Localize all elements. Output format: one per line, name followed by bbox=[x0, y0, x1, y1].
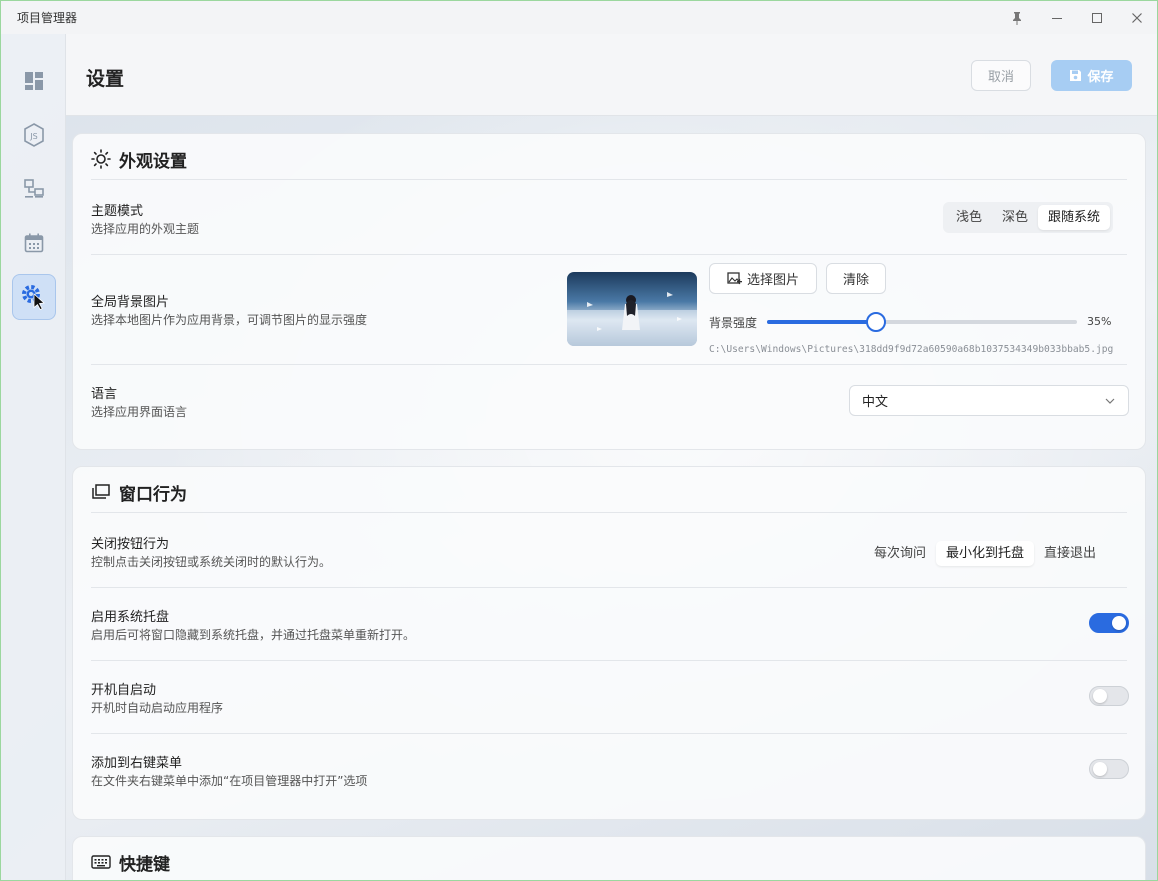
save-button-label: 保存 bbox=[1087, 70, 1114, 85]
language-desc: 选择应用界面语言 bbox=[91, 405, 188, 419]
pin-icon[interactable] bbox=[997, 1, 1037, 34]
close-option-ask[interactable]: 每次询问 bbox=[864, 541, 936, 566]
intensity-slider-fill bbox=[767, 320, 876, 324]
shortcuts-title-text: 快捷键 bbox=[119, 854, 170, 875]
appearance-card: 外观设置 主题模式 选择应用的外观主题 浅色 深色 跟随系统 全局背景图片 选择… bbox=[72, 133, 1146, 450]
sidebar-item-nodejs[interactable]: JS bbox=[12, 112, 56, 158]
close-action-title: 关闭按钮行为 bbox=[91, 537, 170, 552]
theme-option-light[interactable]: 浅色 bbox=[946, 205, 992, 230]
context-menu-toggle-knob bbox=[1093, 762, 1107, 776]
theme-segmented: 浅色 深色 跟随系统 bbox=[943, 202, 1114, 233]
divider bbox=[91, 254, 1127, 255]
divider bbox=[91, 733, 1127, 734]
background-preview bbox=[567, 272, 697, 346]
sidebar: JS bbox=[1, 34, 66, 880]
choose-image-button[interactable]: 选择图片 bbox=[709, 263, 817, 294]
chevron-down-icon bbox=[1105, 398, 1115, 404]
gear-icon bbox=[22, 285, 45, 311]
language-select-value: 中文 bbox=[862, 395, 889, 410]
language-title: 语言 bbox=[91, 387, 118, 402]
sidebar-item-calendar[interactable] bbox=[12, 220, 56, 266]
intensity-slider-knob[interactable] bbox=[865, 312, 886, 332]
windows-icon bbox=[92, 484, 110, 499]
divider bbox=[91, 364, 1127, 365]
intensity-value: 35% bbox=[1087, 315, 1112, 328]
tray-toggle-knob bbox=[1112, 616, 1126, 630]
intensity-slider[interactable] bbox=[767, 312, 1077, 332]
tray-title: 启用系统托盘 bbox=[91, 610, 170, 625]
svg-text:JS: JS bbox=[29, 132, 37, 141]
save-button[interactable]: 保存 bbox=[1051, 60, 1132, 91]
image-add-icon bbox=[727, 272, 742, 285]
dashboard-icon bbox=[25, 72, 43, 90]
divider bbox=[91, 587, 1127, 588]
close-action-segmented: 每次询问 最小化到托盘 直接退出 bbox=[861, 538, 1109, 569]
background-desc: 选择本地图片作为应用背景，可调节图片的显示强度 bbox=[91, 313, 368, 327]
background-preview-image bbox=[567, 292, 697, 346]
theme-title: 主题模式 bbox=[91, 204, 144, 219]
autostart-toggle[interactable] bbox=[1089, 686, 1129, 706]
sidebar-item-settings[interactable] bbox=[12, 274, 56, 320]
close-option-exit[interactable]: 直接退出 bbox=[1034, 541, 1106, 566]
network-icon bbox=[24, 179, 44, 198]
appearance-title: 外观设置 bbox=[91, 146, 187, 172]
divider bbox=[91, 179, 1127, 180]
clear-image-button[interactable]: 清除 bbox=[826, 263, 886, 294]
page-title: 设置 bbox=[86, 68, 125, 90]
window-behavior-title: 窗口行为 bbox=[91, 479, 187, 505]
nodejs-icon: JS bbox=[24, 123, 44, 147]
tray-desc: 启用后可将窗口隐藏到系统托盘，并通过托盘菜单重新打开。 bbox=[91, 628, 416, 642]
close-icon[interactable] bbox=[1117, 1, 1157, 34]
background-path: C:\Users\Windows\Pictures\318dd9f9d72a60… bbox=[709, 344, 1114, 355]
app-window: 项目管理器 JS 设置 取消 保存 外观设置 主题模式 选择应用的外观主题 浅色… bbox=[0, 0, 1158, 881]
shortcuts-card: 快捷键 bbox=[72, 836, 1146, 880]
window-behavior-card: 窗口行为 关闭按钮行为 控制点击关闭按钮或系统关闭时的默认行为。 每次询问 最小… bbox=[72, 466, 1146, 820]
keyboard-icon bbox=[91, 855, 111, 869]
tray-toggle[interactable] bbox=[1089, 613, 1129, 633]
close-option-tray[interactable]: 最小化到托盘 bbox=[936, 541, 1035, 566]
minimize-icon[interactable] bbox=[1037, 1, 1077, 34]
window-behavior-title-text: 窗口行为 bbox=[119, 484, 187, 505]
context-menu-toggle[interactable] bbox=[1089, 759, 1129, 779]
divider bbox=[91, 512, 1127, 513]
page-header: 设置 取消 保存 bbox=[66, 34, 1157, 116]
calendar-icon bbox=[24, 233, 44, 253]
sidebar-item-remote[interactable] bbox=[12, 166, 56, 212]
settings-content[interactable]: 外观设置 主题模式 选择应用的外观主题 浅色 深色 跟随系统 全局背景图片 选择… bbox=[66, 116, 1157, 880]
title-bar: 项目管理器 bbox=[1, 1, 1157, 34]
autostart-desc: 开机时自动启动应用程序 bbox=[91, 701, 224, 715]
close-action-desc: 控制点击关闭按钮或系统关闭时的默认行为。 bbox=[91, 555, 332, 569]
background-title: 全局背景图片 bbox=[91, 295, 170, 310]
sun-icon bbox=[91, 149, 111, 169]
divider bbox=[91, 660, 1127, 661]
sidebar-item-dashboard[interactable] bbox=[12, 58, 56, 104]
save-icon bbox=[1070, 70, 1082, 81]
autostart-title: 开机自启动 bbox=[91, 683, 157, 698]
context-menu-title: 添加到右键菜单 bbox=[91, 756, 183, 771]
window-title: 项目管理器 bbox=[17, 11, 78, 25]
theme-option-dark[interactable]: 深色 bbox=[992, 205, 1038, 230]
cancel-button[interactable]: 取消 bbox=[971, 60, 1031, 91]
maximize-icon[interactable] bbox=[1077, 1, 1117, 34]
autostart-toggle-knob bbox=[1093, 689, 1107, 703]
intensity-label: 背景强度 bbox=[709, 316, 758, 330]
shortcuts-title: 快捷键 bbox=[91, 849, 170, 875]
theme-desc: 选择应用的外观主题 bbox=[91, 222, 200, 236]
context-menu-desc: 在文件夹右键菜单中添加“在项目管理器中打开”选项 bbox=[91, 774, 368, 788]
appearance-title-text: 外观设置 bbox=[119, 151, 187, 172]
language-select[interactable]: 中文 bbox=[849, 385, 1129, 416]
choose-image-label: 选择图片 bbox=[746, 273, 799, 288]
theme-option-system[interactable]: 跟随系统 bbox=[1038, 205, 1111, 230]
